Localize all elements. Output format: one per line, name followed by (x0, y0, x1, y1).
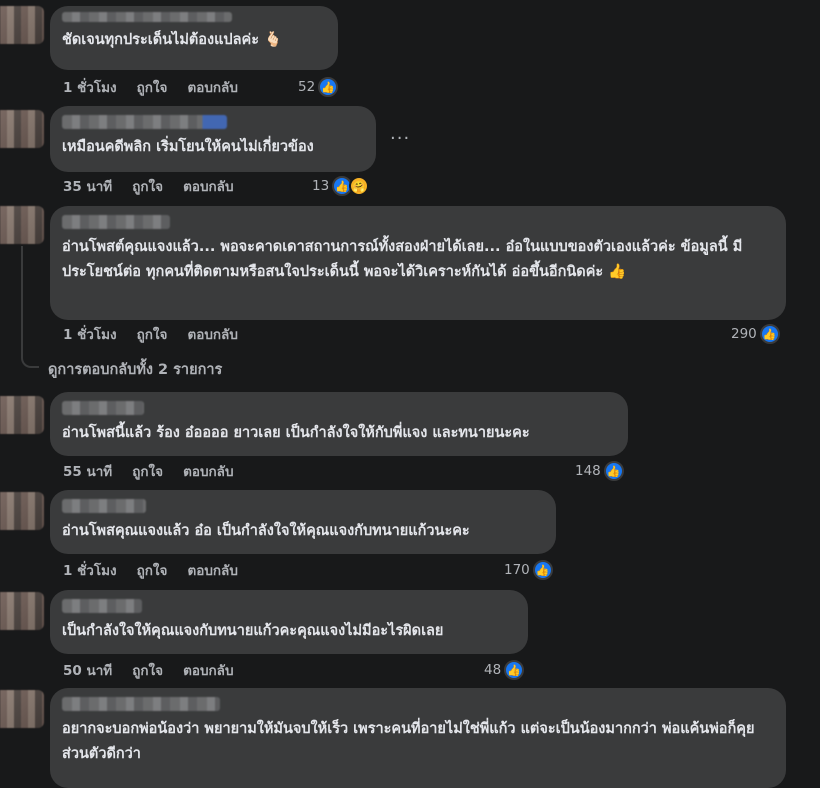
like-button[interactable]: ถูกใจ (132, 175, 163, 197)
reaction-count[interactable]: 148 👍 (575, 461, 624, 481)
view-replies-label: ดูการตอบกลับทั้ง 2 รายการ (48, 362, 223, 378)
comment-text: อ่านโพสนี้แล้ว ร้อง อ๋ออออ ยาวเลย เป็นกำ… (62, 425, 530, 441)
comment-text: อ่านโพสคุณแจงแล้ว อ๋อ เป็นกำลังใจให้คุณแ… (62, 523, 470, 539)
comment-actions: 55 นาที ถูกใจ ตอบกลับ (63, 461, 234, 481)
commenter-name[interactable] (62, 12, 232, 22)
comment-bubble: ชัดเจนทุกประเด็นไม่ต้องแปลค่ะ 🫰🏻 (50, 6, 338, 70)
reply-button[interactable]: ตอบกลับ (187, 559, 237, 581)
like-button[interactable]: ถูกใจ (137, 76, 168, 98)
comment-bubble: อ่านโพสคุณแจงแล้ว อ๋อ เป็นกำลังใจให้คุณแ… (50, 490, 556, 554)
more-options-icon[interactable]: ··· (390, 128, 410, 149)
reply-button[interactable]: ตอบกลับ (187, 323, 237, 345)
comment-bubble: เป็นกำลังใจให้คุณแจงกับทนายแก้วคะคุณแจงไ… (50, 590, 528, 654)
comment-time[interactable]: 35 นาที (63, 175, 112, 197)
like-button[interactable]: ถูกใจ (132, 659, 163, 681)
reaction-number: 48 (484, 662, 502, 678)
comment-text: เหมือนคดีพลิก เริ่มโยนให้คนไม่เกี่ยวข้อง (62, 139, 314, 155)
reply-button[interactable]: ตอบกลับ (183, 460, 233, 482)
comment-text: อ่านโพสต์คุณแจงแล้ว... พอจะคาดเดาสถานการ… (62, 239, 743, 280)
avatar[interactable] (0, 690, 44, 728)
like-reaction-icon: 👍 (318, 77, 339, 97)
view-replies-link[interactable]: ดูการตอบกลับทั้ง 2 รายการ (48, 358, 222, 381)
comment-time[interactable]: 1 ชั่วโมง (63, 323, 117, 345)
avatar[interactable] (0, 206, 44, 244)
commenter-name[interactable] (62, 599, 142, 613)
reaction-number: 170 (504, 562, 530, 578)
comment-actions: 1 ชั่วโมง ถูกใจ ตอบกลับ (63, 324, 238, 344)
commenter-name[interactable] (62, 401, 144, 415)
avatar[interactable] (0, 396, 44, 434)
reply-button[interactable]: ตอบกลับ (183, 175, 233, 197)
comment-actions: 1 ชั่วโมง ถูกใจ ตอบกลับ (63, 77, 238, 97)
comment-bubble: อ่านโพสต์คุณแจงแล้ว... พอจะคาดเดาสถานการ… (50, 206, 786, 320)
avatar[interactable] (0, 110, 44, 148)
comment-text: อยากจะบอกพ่อน้องว่า พยายามให้มันจบให้เร็… (62, 721, 755, 762)
comment-time[interactable]: 50 นาที (63, 659, 112, 681)
commenter-name[interactable] (62, 499, 146, 513)
like-button[interactable]: ถูกใจ (137, 559, 168, 581)
reaction-number: 290 (731, 326, 757, 342)
reaction-number: 148 (575, 463, 601, 479)
avatar[interactable] (0, 592, 44, 630)
comment-bubble: อยากจะบอกพ่อน้องว่า พยายามให้มันจบให้เร็… (50, 688, 786, 788)
reply-button[interactable]: ตอบกลับ (183, 659, 233, 681)
like-reaction-icon: 👍 (504, 660, 525, 680)
reaction-count[interactable]: 290 👍 (731, 324, 780, 344)
commenter-name[interactable] (62, 215, 170, 229)
comment-actions: 1 ชั่วโมง ถูกใจ ตอบกลับ (63, 560, 238, 580)
like-reaction-icon: 👍 (532, 560, 553, 580)
reaction-count[interactable]: 13 👍 🤗 (312, 176, 370, 196)
comment-text: เป็นกำลังใจให้คุณแจงกับทนายแก้วคะคุณแจงไ… (62, 623, 444, 639)
like-button[interactable]: ถูกใจ (132, 460, 163, 482)
reply-button[interactable]: ตอบกลับ (187, 76, 237, 98)
comment-bubble: เหมือนคดีพลิก เริ่มโยนให้คนไม่เกี่ยวข้อง (50, 106, 376, 172)
like-reaction-icon: 👍 (603, 461, 624, 481)
reaction-number: 52 (298, 79, 316, 95)
comment-text: ชัดเจนทุกประเด็นไม่ต้องแปลค่ะ 🫰🏻 (62, 32, 283, 48)
commenter-name[interactable] (62, 115, 227, 129)
care-reaction-icon: 🤗 (349, 176, 370, 196)
like-reaction-icon: 👍 (759, 324, 780, 344)
reaction-number: 13 (312, 178, 330, 194)
avatar[interactable] (0, 492, 44, 530)
comment-time[interactable]: 1 ชั่วโมง (63, 559, 117, 581)
comment-bubble: อ่านโพสนี้แล้ว ร้อง อ๋ออออ ยาวเลย เป็นกำ… (50, 392, 628, 456)
avatar[interactable] (0, 6, 44, 44)
reaction-count[interactable]: 170 👍 (504, 560, 553, 580)
reaction-count[interactable]: 52 👍 (298, 77, 339, 97)
commenter-name[interactable] (62, 697, 220, 711)
thread-line (21, 246, 23, 356)
thread-curve (21, 356, 39, 368)
comment-actions: 35 นาที ถูกใจ ตอบกลับ (63, 176, 234, 196)
comment-actions: 50 นาที ถูกใจ ตอบกลับ (63, 660, 234, 680)
comment-time[interactable]: 55 นาที (63, 460, 112, 482)
like-button[interactable]: ถูกใจ (137, 323, 168, 345)
comment-time[interactable]: 1 ชั่วโมง (63, 76, 117, 98)
reaction-count[interactable]: 48 👍 (484, 660, 525, 680)
